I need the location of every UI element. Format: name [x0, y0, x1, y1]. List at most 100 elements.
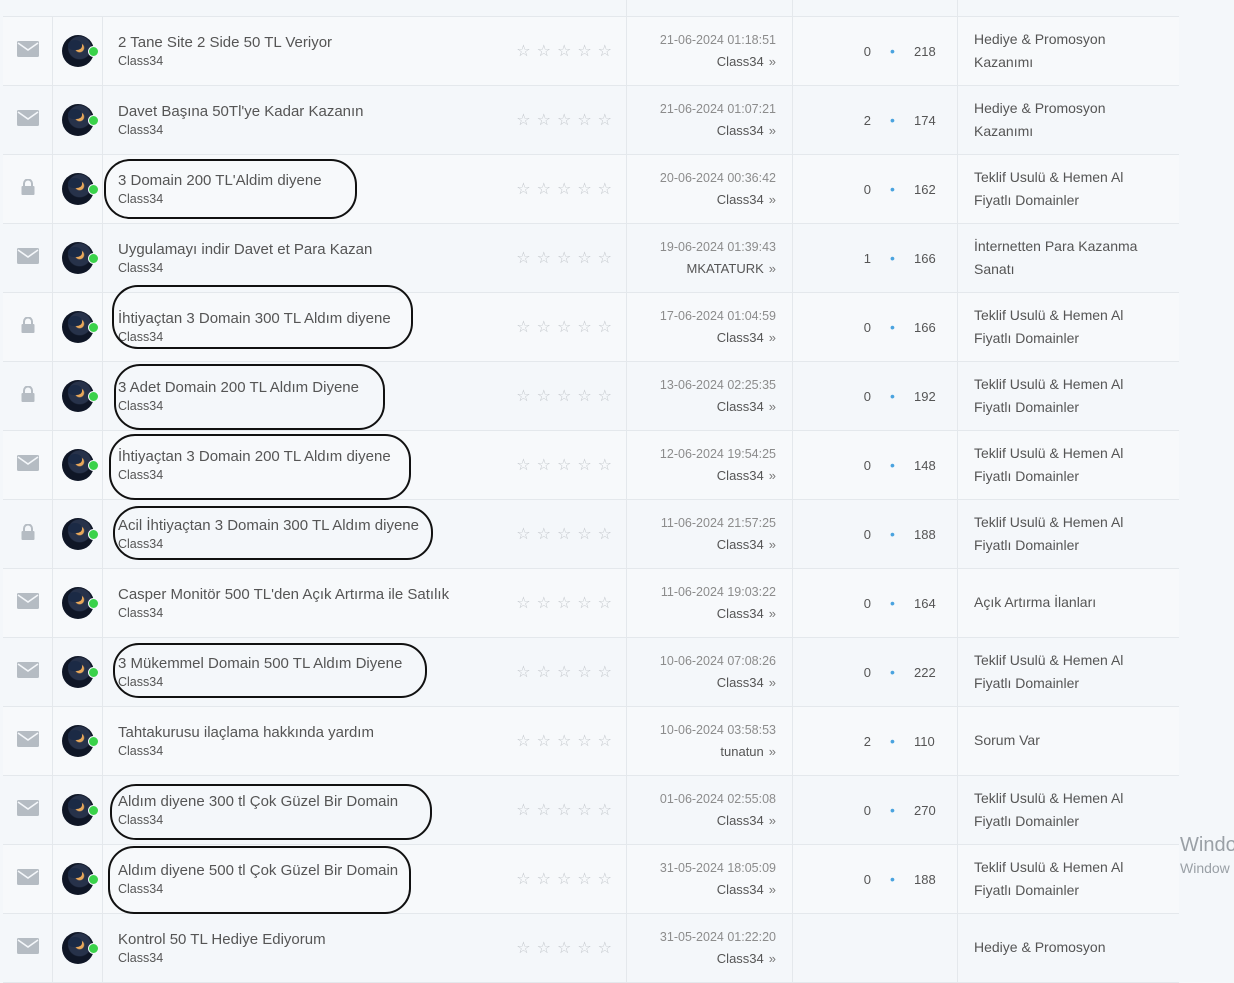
forum-name-line1[interactable]: Hediye & Promosyon: [974, 97, 1106, 121]
double-chevron-right-icon[interactable]: »: [769, 675, 776, 690]
star-icon[interactable]: ☆: [537, 524, 551, 544]
double-chevron-right-icon[interactable]: »: [769, 192, 776, 207]
star-icon[interactable]: ☆: [557, 662, 571, 682]
thread-title-link[interactable]: Davet Başına 50Tl'ye Kadar Kazanın: [118, 103, 364, 120]
thread-author-link[interactable]: Class34: [118, 606, 163, 620]
avatar[interactable]: [61, 863, 99, 895]
forum-link[interactable]: Teklif Usulü & Hemen Al Fiyatlı Domainler: [974, 787, 1123, 834]
forum-name-line1[interactable]: Teklif Usulü & Hemen Al: [974, 856, 1123, 880]
star-icon[interactable]: ☆: [537, 662, 551, 682]
star-icon[interactable]: ☆: [516, 731, 530, 751]
thread-row[interactable]: 3 Mükemmel Domain 500 TL Aldım Diyene Cla…: [3, 638, 1179, 707]
star-icon[interactable]: ☆: [577, 248, 591, 268]
star-icon[interactable]: ☆: [537, 869, 551, 889]
last-post-user-link[interactable]: Class34: [717, 330, 764, 345]
avatar[interactable]: [61, 380, 99, 412]
thread-title-link[interactable]: 2 Tane Site 2 Side 50 TL Veriyor: [118, 34, 332, 51]
double-chevron-right-icon[interactable]: »: [769, 123, 776, 138]
star-icon[interactable]: ☆: [577, 110, 591, 130]
star-icon[interactable]: ☆: [598, 248, 612, 268]
last-post-user[interactable]: Class34 »: [717, 468, 776, 483]
avatar[interactable]: [61, 173, 99, 205]
star-icon[interactable]: ☆: [516, 662, 530, 682]
avatar[interactable]: [61, 725, 99, 757]
last-post-user-link[interactable]: Class34: [717, 606, 764, 621]
forum-name-line1[interactable]: Teklif Usulü & Hemen Al: [974, 373, 1123, 397]
last-post-user-link[interactable]: Class34: [717, 537, 764, 552]
last-post-user[interactable]: Class34 »: [717, 537, 776, 552]
last-post-user[interactable]: Class34 »: [717, 951, 776, 966]
star-icon[interactable]: ☆: [516, 869, 530, 889]
last-post-user-link[interactable]: tunatun: [720, 744, 763, 759]
forum-name-line2[interactable]: Fiyatlı Domainler: [974, 672, 1123, 696]
star-icon[interactable]: ☆: [516, 593, 530, 613]
star-icon[interactable]: ☆: [516, 524, 530, 544]
avatar[interactable]: [61, 932, 99, 964]
forum-name-line2[interactable]: Fiyatlı Domainler: [974, 534, 1123, 558]
rating-stars[interactable]: ☆ ☆ ☆ ☆ ☆: [516, 110, 612, 130]
rating-stars[interactable]: ☆ ☆ ☆ ☆ ☆: [516, 869, 612, 889]
avatar[interactable]: [61, 35, 99, 67]
thread-author-link[interactable]: Class34: [118, 123, 163, 137]
forum-link[interactable]: Sorum Var: [974, 729, 1040, 753]
thread-row[interactable]: Uygulamayı indir Davet et Para Kazan Clas…: [3, 224, 1179, 293]
forum-name-line2[interactable]: Fiyatlı Domainler: [974, 465, 1123, 489]
avatar[interactable]: [61, 518, 99, 550]
last-post-user-link[interactable]: MKATATURK: [686, 261, 763, 276]
forum-link[interactable]: Teklif Usulü & Hemen Al Fiyatlı Domainler: [974, 166, 1123, 213]
star-icon[interactable]: ☆: [577, 869, 591, 889]
forum-link[interactable]: İnternetten Para Kazanma Sanatı: [974, 235, 1137, 282]
star-icon[interactable]: ☆: [557, 593, 571, 613]
last-post-user[interactable]: Class34 »: [717, 399, 776, 414]
rating-stars[interactable]: ☆ ☆ ☆ ☆ ☆: [516, 800, 612, 820]
thread-row[interactable]: Aldım diyene 300 tl Çok Güzel Bir Domain…: [3, 776, 1179, 845]
forum-name-line1[interactable]: Teklif Usulü & Hemen Al: [974, 166, 1123, 190]
star-icon[interactable]: ☆: [598, 731, 612, 751]
avatar[interactable]: [61, 104, 99, 136]
thread-row[interactable]: Aldım diyene 500 tl Çok Güzel Bir Domain…: [3, 845, 1179, 914]
rating-stars[interactable]: ☆ ☆ ☆ ☆ ☆: [516, 179, 612, 199]
thread-author-link[interactable]: Class34: [118, 54, 163, 68]
star-icon[interactable]: ☆: [577, 938, 591, 958]
rating-stars[interactable]: ☆ ☆ ☆ ☆ ☆: [516, 455, 612, 475]
star-icon[interactable]: ☆: [557, 248, 571, 268]
star-icon[interactable]: ☆: [557, 800, 571, 820]
thread-row[interactable]: İhtiyaçtan 3 Domain 300 TL Aldım diyene C…: [3, 285, 1179, 362]
last-post-user[interactable]: Class34 »: [717, 813, 776, 828]
last-post-user-link[interactable]: Class34: [717, 54, 764, 69]
star-icon[interactable]: ☆: [577, 593, 591, 613]
forum-name-line2[interactable]: Sanatı: [974, 258, 1137, 282]
star-icon[interactable]: ☆: [537, 938, 551, 958]
star-icon[interactable]: ☆: [557, 938, 571, 958]
thread-row[interactable]: 3 Domain 200 TL'Aldim diyene Class34 ☆ ☆ ☆ ☆ ☆…: [3, 155, 1179, 224]
rating-stars[interactable]: ☆ ☆ ☆ ☆ ☆: [516, 731, 612, 751]
star-icon[interactable]: ☆: [557, 41, 571, 61]
star-icon[interactable]: ☆: [598, 938, 612, 958]
avatar[interactable]: [61, 311, 99, 343]
star-icon[interactable]: ☆: [516, 110, 530, 130]
thread-title-link[interactable]: Uygulamayı indir Davet et Para Kazan: [118, 241, 372, 258]
last-post-user[interactable]: tunatun »: [720, 744, 776, 759]
star-icon[interactable]: ☆: [537, 248, 551, 268]
forum-name-line1[interactable]: Teklif Usulü & Hemen Al: [974, 787, 1123, 811]
rating-stars[interactable]: ☆ ☆ ☆ ☆ ☆: [516, 386, 612, 406]
thread-title-link[interactable]: Casper Monitör 500 TL'den Açık Artırma i…: [118, 586, 449, 603]
last-post-user[interactable]: Class34 »: [717, 882, 776, 897]
forum-name-line2[interactable]: Fiyatlı Domainler: [974, 327, 1123, 351]
rating-stars[interactable]: ☆ ☆ ☆ ☆ ☆: [516, 317, 612, 337]
last-post-user[interactable]: Class34 »: [717, 330, 776, 345]
double-chevron-right-icon[interactable]: »: [769, 468, 776, 483]
star-icon[interactable]: ☆: [537, 317, 551, 337]
last-post-user-link[interactable]: Class34: [717, 399, 764, 414]
rating-stars[interactable]: ☆ ☆ ☆ ☆ ☆: [516, 662, 612, 682]
forum-name-line2[interactable]: Kazanımı: [974, 120, 1106, 144]
forum-link[interactable]: Hediye & Promosyon Kazanımı: [974, 97, 1106, 144]
star-icon[interactable]: ☆: [537, 731, 551, 751]
star-icon[interactable]: ☆: [577, 317, 591, 337]
star-icon[interactable]: ☆: [516, 248, 530, 268]
star-icon[interactable]: ☆: [537, 179, 551, 199]
forum-name-line1[interactable]: Teklif Usulü & Hemen Al: [974, 442, 1123, 466]
double-chevron-right-icon[interactable]: »: [769, 261, 776, 276]
forum-name-line1[interactable]: Sorum Var: [974, 729, 1040, 753]
avatar[interactable]: [61, 587, 99, 619]
